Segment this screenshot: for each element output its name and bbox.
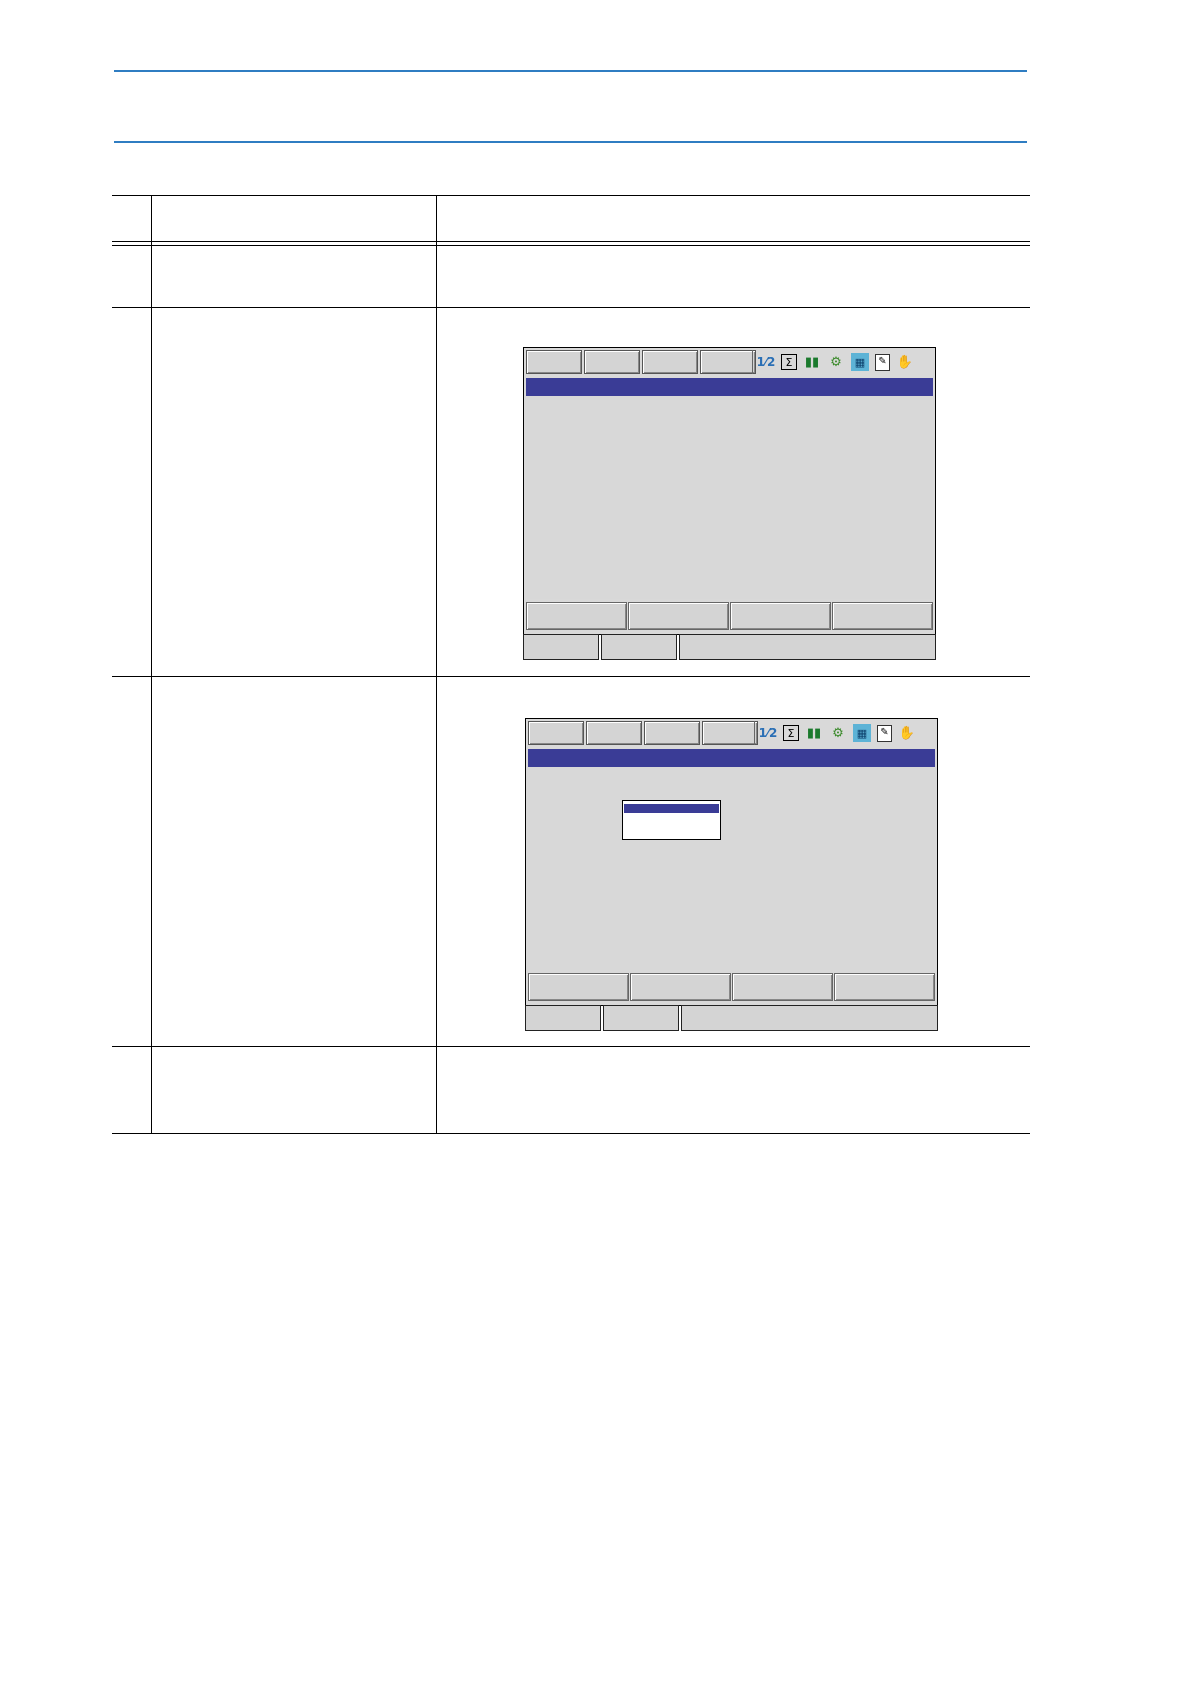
hand-icon: ✋ [896, 354, 914, 370]
column-divider-operation [436, 195, 437, 1134]
document-edit-icon: ✎ [875, 353, 890, 371]
function-key[interactable] [630, 973, 731, 1001]
screen-frame: 1⁄2 Σ ▮▮ ⚙ ▦ ✎ ✋ [523, 347, 936, 635]
header-divider [112, 241, 1030, 242]
header-rule-top [114, 70, 1027, 72]
function-key[interactable] [732, 973, 833, 1001]
message-area [679, 634, 936, 660]
sigma-icon: Σ [781, 354, 797, 370]
screen-frame: 1⁄2 Σ ▮▮ ⚙ ▦ ✎ ✋ [525, 718, 938, 1006]
robot-icon: ⚙ [832, 725, 844, 741]
function-key[interactable] [834, 973, 935, 1001]
window-title-bar [526, 378, 933, 396]
main-work-area [526, 396, 933, 599]
top-tab-bar [528, 721, 758, 745]
top-tab[interactable] [586, 721, 642, 745]
message-area [681, 1005, 938, 1031]
pendant-screen-1: 1⁄2 Σ ▮▮ ⚙ ▦ ✎ ✋ [523, 347, 936, 660]
status-icon-bar: 1⁄2 Σ ▮▮ ⚙ ▦ ✎ ✋ [754, 721, 934, 745]
row-divider [112, 676, 1030, 677]
top-tab[interactable] [642, 350, 698, 374]
function-key[interactable] [832, 602, 933, 630]
robot-icon: ⚙ [830, 354, 842, 370]
hand-icon: ✋ [898, 725, 916, 741]
header-rule-bottom [114, 141, 1027, 143]
grid-icon: ▦ [851, 353, 869, 371]
numbers-icon: 1⁄2 [756, 355, 776, 369]
status-box[interactable] [601, 634, 677, 660]
column-divider-step [151, 195, 152, 1134]
top-tab[interactable] [584, 350, 640, 374]
sigma-icon: Σ [783, 725, 799, 741]
document-edit-icon: ✎ [877, 724, 892, 742]
main-work-area [528, 767, 935, 970]
signal-bars-icon: ▮▮ [804, 354, 820, 370]
row-divider [112, 307, 1030, 308]
dropdown-selected-item[interactable] [624, 804, 719, 813]
function-key[interactable] [730, 602, 831, 630]
window-title-bar [528, 749, 935, 767]
function-key[interactable] [628, 602, 729, 630]
function-key[interactable] [528, 973, 629, 1001]
top-tab[interactable] [700, 350, 756, 374]
signal-bars-icon: ▮▮ [806, 725, 822, 741]
bottom-status-bar [523, 634, 936, 660]
dropdown-popup[interactable] [622, 800, 721, 840]
table-bottom-border [112, 1133, 1030, 1134]
numbers-icon: 1⁄2 [758, 726, 778, 740]
row-divider [112, 1046, 1030, 1047]
status-box[interactable] [523, 634, 599, 660]
status-box[interactable] [603, 1005, 679, 1031]
top-tab[interactable] [702, 721, 758, 745]
status-icon-bar: 1⁄2 Σ ▮▮ ⚙ ▦ ✎ ✋ [752, 350, 932, 374]
pendant-screen-2: 1⁄2 Σ ▮▮ ⚙ ▦ ✎ ✋ [525, 718, 938, 1031]
grid-icon: ▦ [853, 724, 871, 742]
top-tab-bar [526, 350, 756, 374]
status-box[interactable] [525, 1005, 601, 1031]
function-key[interactable] [526, 602, 627, 630]
top-tab[interactable] [528, 721, 584, 745]
header-divider-double [112, 245, 1030, 246]
function-key-bar [526, 602, 933, 630]
function-key-bar [528, 973, 935, 1001]
top-tab[interactable] [644, 721, 700, 745]
bottom-status-bar [525, 1005, 938, 1031]
top-tab[interactable] [526, 350, 582, 374]
table-top-border [112, 195, 1030, 196]
